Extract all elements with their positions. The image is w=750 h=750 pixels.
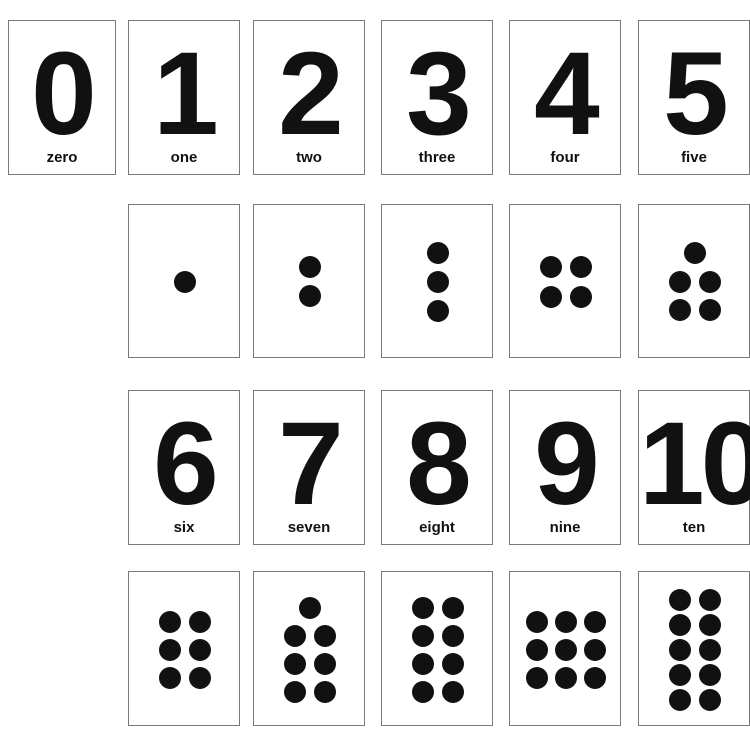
dot — [555, 610, 577, 633]
dot — [669, 663, 691, 686]
dot — [284, 652, 306, 675]
card-word: one — [170, 149, 198, 166]
dot — [699, 588, 721, 611]
dot — [570, 256, 592, 278]
dot — [669, 588, 691, 611]
dot-card — [128, 571, 240, 726]
dot — [555, 638, 577, 661]
card-word: six — [173, 519, 195, 536]
number-card: 10 ten — [638, 390, 750, 545]
dot — [427, 242, 449, 264]
dot — [584, 666, 606, 689]
card-numeral: 1 — [153, 28, 219, 160]
dot — [159, 666, 181, 689]
number-card: 1 one — [128, 20, 240, 175]
dot — [442, 680, 464, 703]
dot-card — [253, 204, 365, 358]
dot — [699, 299, 721, 321]
dot — [412, 596, 434, 619]
dot — [442, 596, 464, 619]
card-numeral: 4 — [534, 28, 600, 160]
dot — [540, 256, 562, 278]
number-card: 9 nine — [509, 390, 621, 545]
dot — [584, 610, 606, 633]
dot — [669, 299, 691, 321]
card-numeral: 6 — [153, 398, 219, 530]
dot-card — [509, 571, 621, 726]
dot-card — [638, 571, 750, 726]
dot — [584, 638, 606, 661]
dot — [314, 680, 336, 703]
dot — [699, 613, 721, 636]
card-word: five — [681, 149, 707, 166]
dot — [284, 680, 306, 703]
dot — [669, 613, 691, 636]
dot-card — [509, 204, 621, 358]
card-numeral: 10 — [639, 398, 750, 530]
dot — [684, 242, 706, 264]
dot — [412, 624, 434, 647]
dot — [669, 638, 691, 661]
dot — [159, 638, 181, 661]
dot — [159, 610, 181, 633]
dot — [412, 652, 434, 675]
dot — [442, 624, 464, 647]
card-word: nine — [549, 519, 581, 536]
dot-card — [381, 571, 493, 726]
card-word: seven — [287, 519, 331, 536]
dot — [299, 285, 321, 307]
dot — [427, 271, 449, 293]
dot — [540, 286, 562, 308]
number-card: 6 six — [128, 390, 240, 545]
dot — [699, 663, 721, 686]
card-word: eight — [419, 519, 455, 536]
dot — [699, 688, 721, 711]
number-card: 3 three — [381, 20, 493, 175]
dot — [314, 624, 336, 647]
dot — [555, 666, 577, 689]
dot — [699, 638, 721, 661]
card-numeral: 5 — [663, 28, 729, 160]
dot — [299, 596, 321, 619]
card-word: ten — [682, 519, 706, 536]
card-word: three — [418, 149, 456, 166]
number-card: 4 four — [509, 20, 621, 175]
dot — [174, 271, 196, 293]
card-numeral: 3 — [406, 28, 472, 160]
dot — [526, 610, 548, 633]
dot-card — [381, 204, 493, 358]
dot-card — [128, 204, 240, 358]
dot-card — [638, 204, 750, 358]
number-card: 5 five — [638, 20, 750, 175]
dot-card — [253, 571, 365, 726]
dot — [526, 638, 548, 661]
dot — [189, 666, 211, 689]
dot — [189, 610, 211, 633]
number-card: 0 zero — [8, 20, 116, 175]
card-word: two — [296, 149, 322, 166]
number-card: 2 two — [253, 20, 365, 175]
dot — [189, 638, 211, 661]
card-word: zero — [46, 149, 78, 166]
dot — [526, 666, 548, 689]
dot — [412, 680, 434, 703]
dot — [669, 271, 691, 293]
dot — [699, 271, 721, 293]
number-card: 8 eight — [381, 390, 493, 545]
number-card: 7 seven — [253, 390, 365, 545]
card-numeral: 8 — [406, 398, 472, 530]
dot — [284, 624, 306, 647]
card-numeral: 7 — [278, 398, 344, 530]
card-numeral: 9 — [534, 398, 600, 530]
dot — [570, 286, 592, 308]
dot — [314, 652, 336, 675]
dot — [299, 256, 321, 278]
dot — [427, 300, 449, 322]
dot — [669, 688, 691, 711]
card-numeral: 0 — [31, 28, 97, 160]
card-numeral: 2 — [278, 28, 344, 160]
card-word: four — [550, 149, 580, 166]
dot — [442, 652, 464, 675]
